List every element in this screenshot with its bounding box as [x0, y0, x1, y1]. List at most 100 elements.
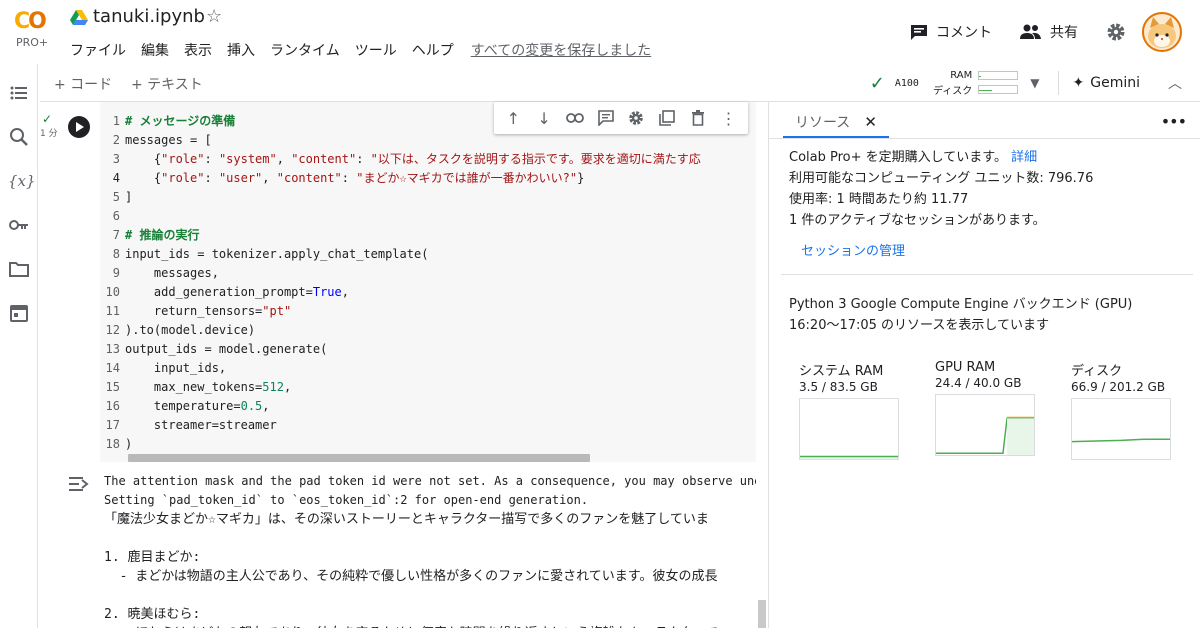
manage-sessions-link[interactable]: セッションの管理: [801, 240, 905, 259]
execution-check-icon: ✓: [42, 112, 53, 126]
menu-file[interactable]: ファイル: [70, 40, 126, 60]
notebook-title[interactable]: tanuki.ipynb: [93, 6, 205, 27]
gemini-label: Gemini: [1090, 75, 1140, 91]
gauge-chart: [935, 394, 1035, 456]
share-button[interactable]: 共有: [1020, 22, 1078, 42]
close-icon[interactable]: ✕: [864, 113, 877, 131]
delete-icon[interactable]: [688, 108, 708, 128]
code-line[interactable]: 13 output_ids = model.generate(: [100, 340, 701, 359]
more-vert-icon[interactable]: ⋮: [719, 108, 739, 128]
ram-bar: [978, 70, 1019, 80]
gauge-value: 3.5 / 83.5 GB: [799, 380, 878, 394]
gauge-name: システム RAM: [799, 364, 884, 379]
chevron-up-icon[interactable]: ︿: [1168, 73, 1182, 93]
tab-divider: [769, 138, 1200, 139]
plan-details-link[interactable]: 詳細: [1011, 150, 1037, 165]
add-text-button[interactable]: + テキスト: [131, 74, 203, 94]
code-text: input_ids,: [125, 361, 227, 375]
code-text: {"role": "user", "content": "まどか☆マギカでは誰が…: [125, 171, 585, 185]
code-text: output_ids = model.generate(: [125, 342, 328, 356]
code-editor[interactable]: 1 # メッセージの準備 2 messages = [3 {"role": "syst…: [100, 102, 756, 462]
code-lines[interactable]: 1 # メッセージの準備 2 messages = [3 {"role": "syst…: [100, 112, 701, 454]
output-options-icon[interactable]: [68, 474, 90, 494]
line-number: 3: [112, 152, 120, 166]
usage-line: 使用率: 1 時間あたり約 11.77: [789, 192, 969, 207]
toolbar-divider: [1057, 71, 1059, 95]
resource-meter[interactable]: RAM ディスク: [933, 70, 1019, 97]
user-avatar[interactable]: [1142, 12, 1182, 52]
code-text: {"role": "system", "content": "以下は、タスクを説…: [125, 152, 701, 166]
line-number: 14: [105, 361, 120, 375]
comment-button[interactable]: コメント: [910, 22, 992, 42]
settings-gear-icon[interactable]: [1106, 22, 1126, 42]
code-line[interactable]: 10 add_generation_prompt=True,: [100, 283, 701, 302]
gauge-chart: [1071, 398, 1171, 460]
code-text: add_generation_prompt=True,: [125, 285, 349, 299]
search-icon[interactable]: [8, 126, 30, 148]
calendar-icon[interactable]: [8, 302, 30, 324]
code-line[interactable]: 3 {"role": "system", "content": "以下は、タスク…: [100, 150, 701, 169]
execution-time: 1 分: [40, 129, 58, 139]
code-text: # 推論の実行: [125, 228, 200, 242]
folder-icon[interactable]: [8, 258, 30, 280]
run-cell-button[interactable]: [68, 116, 90, 138]
plan-line: Colab Pro+ を定期購入しています。 詳細: [789, 146, 1037, 165]
code-line[interactable]: 5]: [100, 188, 701, 207]
menu-help[interactable]: ヘルプ: [412, 40, 454, 60]
horizontal-scrollbar[interactable]: [128, 454, 590, 462]
gemini-button[interactable]: ✦ Gemini: [1073, 75, 1141, 91]
avatar-cat-icon: [1148, 17, 1176, 48]
code-line[interactable]: 7 # 推論の実行: [100, 226, 701, 245]
line-number: 6: [112, 209, 120, 223]
code-line[interactable]: 4 {"role": "user", "content": "まどか☆マギカでは…: [100, 169, 701, 188]
more-horiz-icon[interactable]: •••: [1161, 112, 1187, 131]
code-line[interactable]: 8 input_ids = tokenizer.apply_chat_templa…: [100, 245, 701, 264]
save-status-link[interactable]: すべての変更を保存しました: [471, 40, 651, 60]
colab-logo[interactable]: CO PRO+: [14, 9, 58, 50]
move-up-icon[interactable]: ↑: [503, 108, 523, 128]
gemini-sparkle-icon: ✦: [1072, 75, 1085, 91]
code-line[interactable]: 6: [100, 207, 701, 226]
comment-cell-icon[interactable]: [596, 108, 616, 128]
menu-runtime[interactable]: ランタイム: [270, 40, 340, 60]
runtime-type[interactable]: A100: [895, 78, 919, 89]
key-icon[interactable]: [8, 214, 30, 236]
move-down-icon[interactable]: ↓: [534, 108, 554, 128]
code-line[interactable]: 14 input_ids,: [100, 359, 701, 378]
menu-view[interactable]: 表示: [184, 40, 212, 60]
comment-icon: [911, 25, 927, 40]
share-label: 共有: [1050, 25, 1078, 41]
code-text: messages = [: [125, 133, 212, 147]
menu-edit[interactable]: 編集: [141, 40, 169, 60]
code-line[interactable]: 12).to(model.device): [100, 321, 701, 340]
code-line[interactable]: 11 return_tensors="pt": [100, 302, 701, 321]
add-code-button[interactable]: + コード: [54, 74, 112, 94]
gauge-value: 24.4 / 40.0 GB: [935, 376, 1022, 390]
code-line[interactable]: 18): [100, 435, 701, 454]
code-line[interactable]: 15 max_new_tokens=512,: [100, 378, 701, 397]
code-line[interactable]: 16 temperature=0.5,: [100, 397, 701, 416]
code-line[interactable]: 9 messages,: [100, 264, 701, 283]
menu-tools[interactable]: ツール: [355, 40, 397, 60]
tab-resources[interactable]: リソース ✕: [783, 108, 889, 138]
gauge-system-ram: システム RAM 3.5 / 83.5 GB: [799, 360, 919, 460]
table-of-contents-icon[interactable]: [8, 82, 30, 104]
menu-insert[interactable]: 挿入: [227, 40, 255, 60]
cell-settings-gear-icon[interactable]: [626, 108, 646, 128]
star-icon[interactable]: ☆: [206, 6, 222, 27]
resources-panel: リソース ✕ ••• Colab Pro+ を定期購入しています。 詳細 利用可…: [768, 102, 1200, 628]
output-line: Setting `pad_token_id` to `eos_token_id`…: [104, 493, 589, 507]
cell-output: The attention mask and the pad token id …: [104, 472, 756, 628]
runtime-dropdown-icon[interactable]: ▼: [1030, 76, 1039, 90]
variables-icon[interactable]: {x}: [8, 170, 36, 192]
code-text: temperature=0.5,: [125, 399, 270, 413]
logo-text: CO: [14, 9, 47, 34]
line-number: 2: [112, 133, 120, 147]
people-icon: [1020, 24, 1041, 39]
line-number: 1: [112, 114, 120, 128]
vertical-scrollbar[interactable]: [758, 600, 766, 628]
code-line[interactable]: 17 streamer=streamer: [100, 416, 701, 435]
link-icon[interactable]: [565, 108, 585, 128]
drive-icon[interactable]: [70, 10, 88, 26]
mirror-cell-icon[interactable]: [657, 108, 677, 128]
